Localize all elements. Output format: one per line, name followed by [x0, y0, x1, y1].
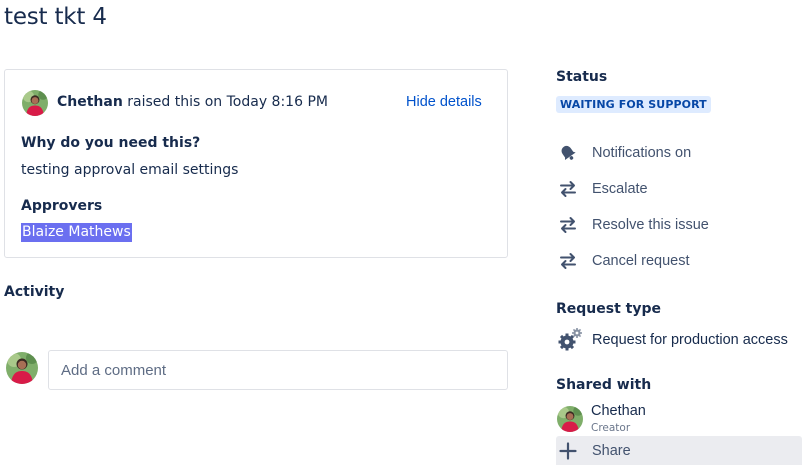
author-name: Chethan [57, 94, 123, 110]
notifications-toggle[interactable]: Notifications on [556, 140, 802, 166]
comment-box[interactable] [48, 350, 508, 390]
field-label-reason: Why do you need this? [21, 135, 201, 151]
shared-user-avatar [557, 406, 583, 432]
comment-input[interactable] [49, 351, 507, 389]
raised-by-line: Chethan raised this on Today 8:16 PM [57, 94, 328, 110]
hide-details-link[interactable]: Hide details [406, 94, 482, 110]
plus-icon [556, 438, 584, 464]
shared-user-role: Creator [591, 422, 631, 434]
shared-user-name: Chethan [591, 403, 646, 419]
page-title: test tkt 4 [4, 4, 107, 30]
request-type-label: Request for production access [592, 332, 788, 348]
notifications-label: Notifications on [592, 145, 692, 161]
resolve-issue-label: Resolve this issue [592, 217, 709, 233]
approver-name: Blaize Mathews [21, 223, 132, 242]
field-label-approvers: Approvers [21, 198, 103, 214]
transition-arrows-icon [556, 176, 584, 202]
field-value-reason: testing approval email settings [21, 162, 239, 178]
author-avatar [22, 90, 48, 116]
raised-text: raised this on Today 8:16 PM [122, 94, 328, 110]
request-type-row: Request for production access [556, 326, 788, 354]
shared-with-heading: Shared with [556, 377, 652, 393]
gears-icon [556, 326, 584, 354]
cancel-request-label: Cancel request [592, 253, 690, 269]
request-type-heading: Request type [556, 301, 661, 317]
field-value-approvers: Blaize Mathews [21, 223, 132, 242]
escalate-label: Escalate [592, 181, 648, 197]
current-user-avatar [6, 352, 38, 384]
bell-icon [556, 140, 584, 166]
status-badge: WAITING FOR SUPPORT [556, 96, 711, 113]
cancel-request-button[interactable]: Cancel request [556, 248, 802, 274]
share-label: Share [592, 443, 631, 459]
request-details-card: Chethan raised this on Today 8:16 PM Hid… [4, 69, 508, 258]
share-button[interactable]: Share [556, 436, 802, 465]
resolve-issue-button[interactable]: Resolve this issue [556, 212, 802, 238]
escalate-button[interactable]: Escalate [556, 176, 802, 202]
transition-arrows-icon [556, 248, 584, 274]
transition-arrows-icon [556, 212, 584, 238]
status-heading: Status [556, 69, 608, 85]
activity-heading: Activity [4, 284, 65, 300]
